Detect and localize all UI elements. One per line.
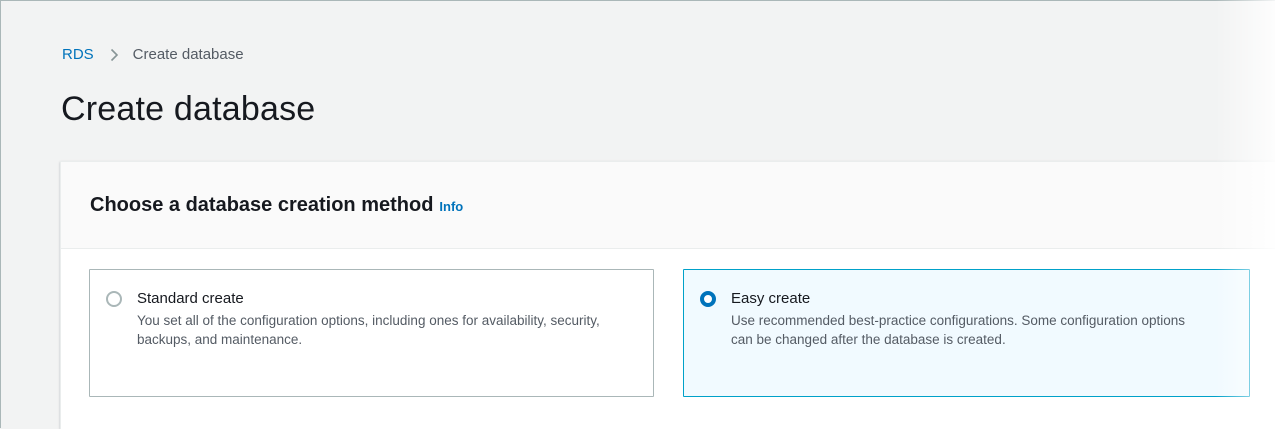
easy-create-description: Use recommended best-practice configurat…: [731, 313, 1185, 347]
panel-header: Choose a database creation method Info: [61, 162, 1275, 249]
creation-method-panel: Choose a database creation method Info St…: [60, 161, 1275, 429]
easy-create-option[interactable]: Easy create Use recommended best-practic…: [683, 269, 1250, 397]
breadcrumb-rds-link[interactable]: RDS: [62, 46, 94, 63]
standard-create-description: You set all of the configuration options…: [137, 313, 600, 347]
breadcrumb-current: Create database: [132, 46, 244, 63]
page-title: Create database: [61, 90, 316, 128]
panel-title-text: Choose a database creation method: [90, 194, 434, 216]
breadcrumb: RDS Create database: [62, 46, 244, 63]
frame-border-left: [0, 0, 1, 428]
info-link[interactable]: Info: [439, 199, 463, 214]
panel-title: Choose a database creation method Info: [90, 194, 463, 217]
standard-create-radio[interactable]: [106, 291, 122, 307]
standard-create-option[interactable]: Standard create You set all of the confi…: [89, 269, 654, 397]
easy-create-label: Easy create: [731, 290, 811, 307]
frame-border-top: [0, 0, 1275, 1]
standard-create-label: Standard create: [137, 290, 244, 307]
chevron-right-icon: [110, 48, 119, 62]
easy-create-radio[interactable]: [700, 291, 716, 307]
